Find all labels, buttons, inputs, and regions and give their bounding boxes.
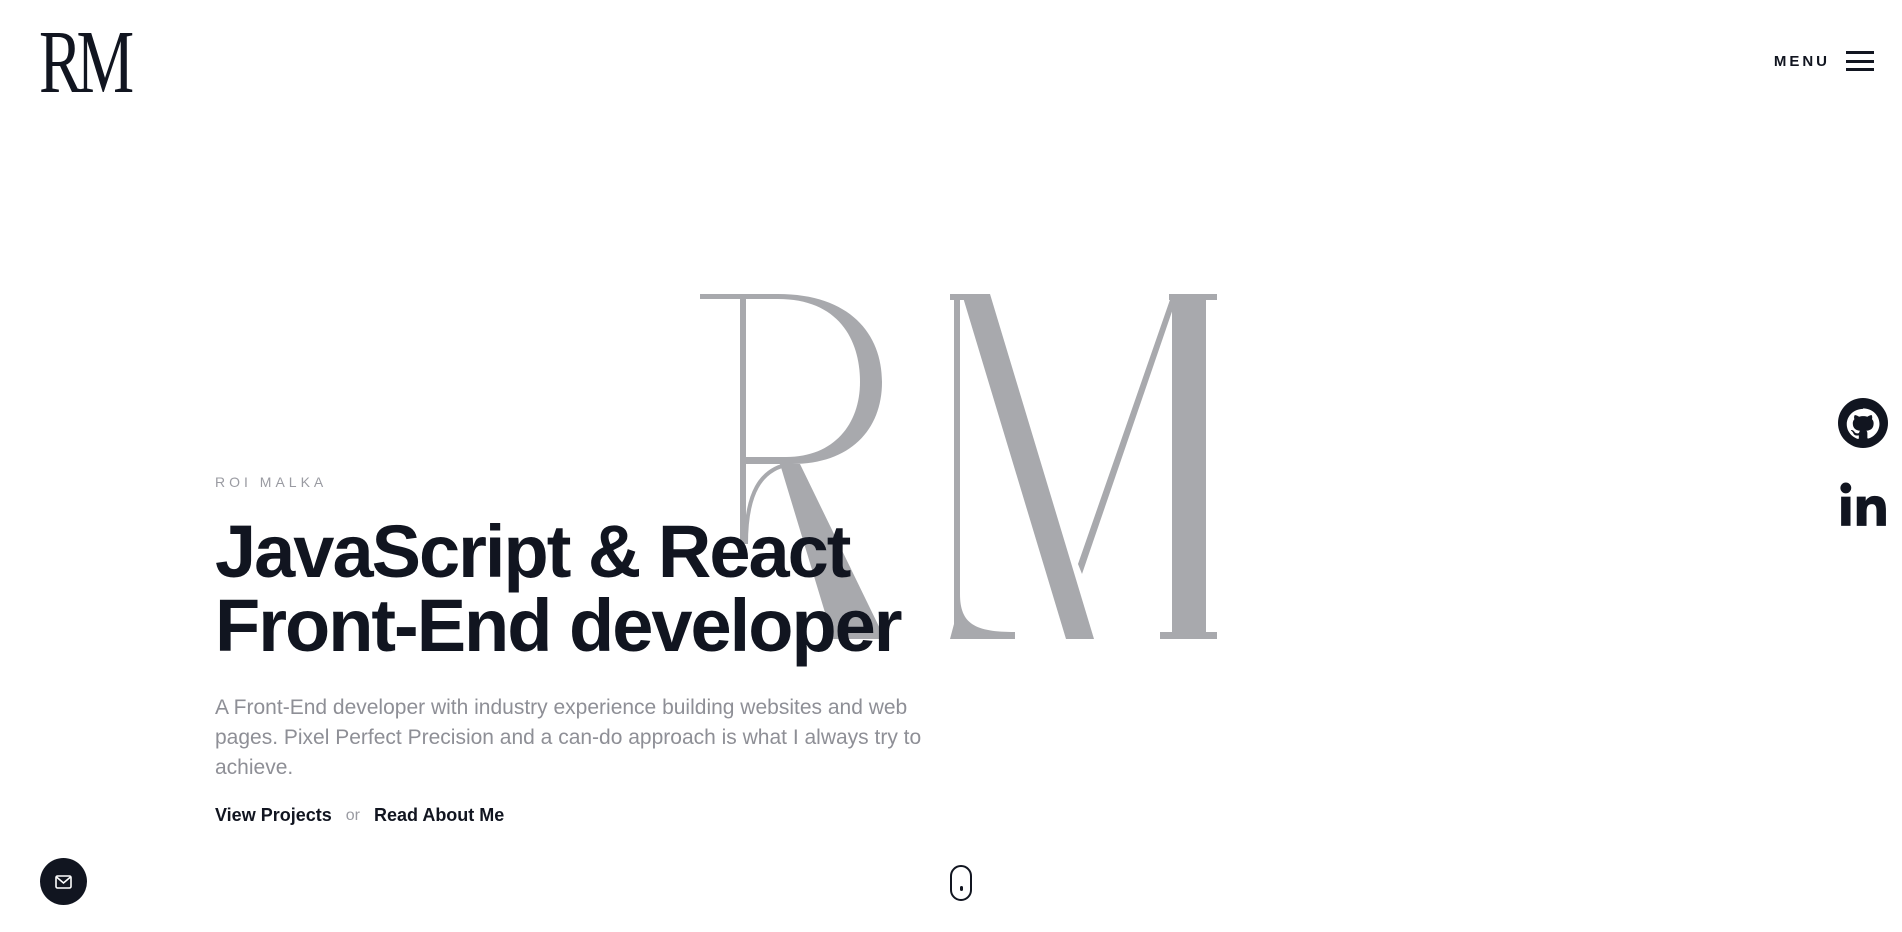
read-about-me-link[interactable]: Read About Me xyxy=(374,805,504,826)
cta-separator: or xyxy=(345,806,360,824)
github-icon[interactable] xyxy=(1838,398,1888,448)
headline-line-1: JavaScript & React xyxy=(215,510,851,593)
hero-cta-group: View Projects or Read About Me xyxy=(215,805,975,826)
view-projects-link[interactable]: View Projects xyxy=(215,805,332,826)
scroll-wheel-dot xyxy=(960,886,963,891)
hero-eyebrow: ROI MALKA xyxy=(215,474,328,490)
menu-label: MENU xyxy=(1773,52,1830,70)
contact-mail-button[interactable] xyxy=(40,858,87,905)
hero-description: A Front-End developer with industry expe… xyxy=(215,696,922,779)
linkedin-icon[interactable] xyxy=(1838,480,1888,530)
hero-headline: JavaScript & React Front-End developer xyxy=(215,515,975,663)
hamburger-icon xyxy=(1846,51,1874,71)
site-logo[interactable]: RM xyxy=(39,18,134,108)
page: RM MENU ROI MALKA JavaScript & React Fro… xyxy=(0,0,1902,932)
menu-button[interactable]: MENU xyxy=(1774,51,1874,71)
social-links xyxy=(1838,398,1888,530)
hero-section: ROI MALKA JavaScript & React Front-End d… xyxy=(215,474,975,826)
mail-icon xyxy=(55,874,72,889)
headline-line-2: Front-End developer xyxy=(215,584,903,667)
mouse-scroll-icon[interactable] xyxy=(950,865,972,901)
